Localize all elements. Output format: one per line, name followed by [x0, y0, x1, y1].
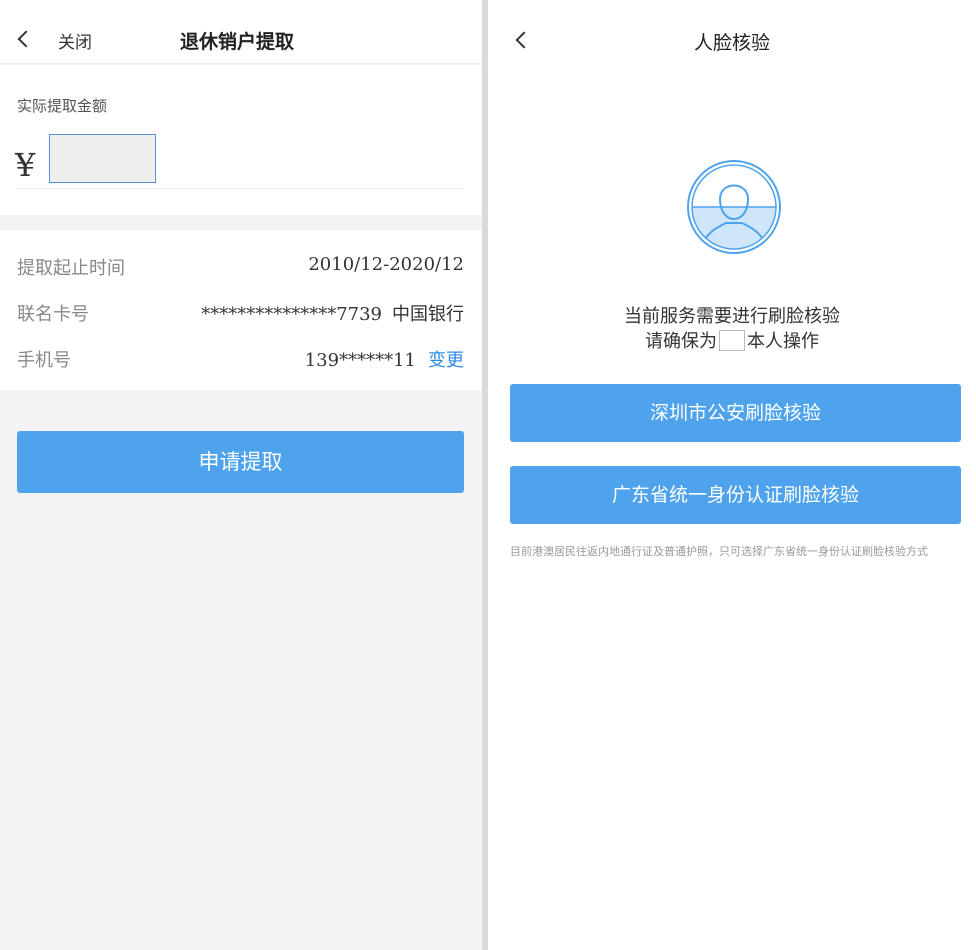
apply-withdrawal-button[interactable]: 申请提取	[17, 431, 464, 493]
card-value-group: ***************7739 中国银行	[201, 300, 464, 326]
page-title: 退休销户提取	[180, 31, 295, 53]
period-value: 2010/12-2020/12	[308, 254, 464, 275]
guangdong-unified-identity-face-verify-button[interactable]: 广东省统一身份认证刷脸核验	[510, 466, 961, 524]
change-phone-link[interactable]: 变更	[428, 350, 464, 371]
verification-message: 当前服务需要进行刷脸核验	[624, 306, 840, 327]
yen-icon: ¥	[15, 146, 36, 184]
phone-number: 139******11	[304, 350, 416, 371]
notice-text: 目前港澳居民往返内地通行证及普通护照，只可选择广东省统一身份认证刷脸核验方式	[510, 545, 928, 558]
card-label: 联名卡号	[17, 304, 89, 325]
name-placeholder-box	[719, 330, 745, 351]
bank-name: 中国银行	[392, 304, 464, 325]
info-row-phone: 手机号 139******11 变更	[17, 342, 464, 372]
phone-value-group: 139******11 变更	[305, 346, 464, 372]
identity-prefix: 请确保为	[645, 331, 717, 352]
identity-message: 请确保为 本人操作	[488, 327, 976, 353]
face-verification-screen: 人脸核验 当前服务需要进行刷脸核验 请确保为 本人操作 深圳市公安刷脸核验 广东省…	[488, 0, 976, 950]
page-title: 人脸核验	[694, 32, 771, 54]
amount-input[interactable]	[49, 134, 156, 183]
info-row-period: 提取起止时间 2010/12-2020/12	[17, 250, 464, 280]
withdrawal-screen: 关闭 退休销户提取 实际提取金额 ¥ 提取起止时间 2010/12-2020/1…	[0, 0, 482, 950]
amount-section: 实际提取金额 ¥	[0, 65, 482, 215]
period-label: 提取起止时间	[17, 258, 125, 279]
amount-label: 实际提取金额	[17, 97, 108, 115]
left-header: 关闭 退休销户提取	[0, 0, 482, 64]
face-scan-icon	[687, 160, 781, 254]
withdrawal-info: 提取起止时间 2010/12-2020/12 联名卡号 ************…	[0, 230, 482, 390]
close-button[interactable]: 关闭	[58, 28, 92, 53]
back-arrow-icon[interactable]	[17, 30, 35, 48]
card-number: ***************7739	[201, 304, 382, 325]
identity-suffix: 本人操作	[747, 331, 819, 352]
shenzhen-police-face-verify-button[interactable]: 深圳市公安刷脸核验	[510, 384, 961, 442]
divider	[16, 188, 464, 189]
info-row-card: 联名卡号 ***************7739 中国银行	[17, 296, 464, 326]
phone-label: 手机号	[17, 350, 71, 371]
back-arrow-icon[interactable]	[515, 31, 533, 49]
